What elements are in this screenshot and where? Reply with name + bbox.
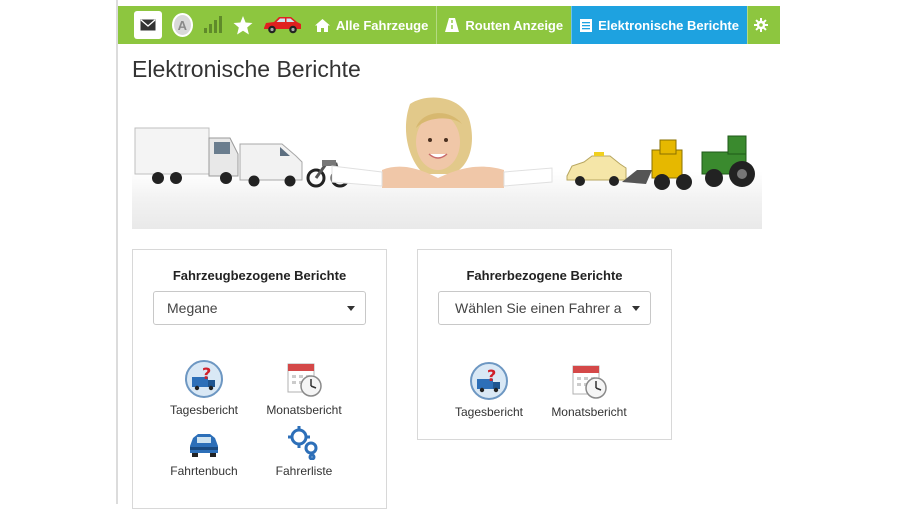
tile-monatsbericht[interactable]: Monatsbericht [254, 359, 354, 417]
panel-title: Fahrerbezogene Berichte [466, 268, 623, 283]
tile-tagesbericht[interactable]: ? Tagesbericht [439, 361, 539, 419]
select-value: Megane [167, 300, 218, 316]
car-book-icon [190, 434, 218, 457]
driver-reports-panel: Fahrerbezogene Berichte Wählen Sie einen… [417, 249, 672, 440]
chevron-down-icon [347, 306, 355, 311]
signal-icon[interactable] [203, 6, 223, 44]
envelope-icon [140, 19, 156, 31]
star-icon[interactable] [233, 6, 253, 44]
loader-illustration [622, 139, 692, 190]
calendar-clock-icon [287, 363, 322, 397]
tab-label: Routen Anzeige [465, 17, 564, 33]
tab-settings[interactable] [747, 6, 780, 44]
page-title: Elektronische Berichte [132, 56, 361, 82]
tile-label: Monatsbericht [551, 405, 627, 419]
taxi-illustration [566, 152, 627, 186]
tile-label: Tagesbericht [454, 405, 524, 419]
tile-tagesbericht[interactable]: ? Tagesbericht [154, 359, 254, 417]
car-icon[interactable] [261, 6, 303, 44]
chevron-down-icon [632, 306, 640, 311]
app-window: A Alle Fahrzeuge Routen Anzeige Elektron… [0, 0, 916, 509]
report-icon [580, 18, 593, 32]
home-icon [314, 18, 330, 32]
gear-icon [754, 18, 768, 32]
tab-label: Elektronische Berichte [598, 17, 739, 33]
tile-label: Fahrtenbuch [170, 464, 238, 478]
hero-banner [132, 92, 762, 229]
van-illustration [239, 143, 303, 187]
tile-fahrtenbuch[interactable]: Fahrtenbuch [154, 424, 254, 478]
tab-elektronische-berichte[interactable]: Elektronische Berichte [571, 6, 747, 44]
tab-alle-fahrzeuge[interactable]: Alle Fahrzeuge [307, 6, 436, 44]
status-badge-a[interactable]: A [171, 13, 193, 37]
vehicle-select[interactable]: Megane [153, 291, 366, 325]
vehicle-reports-panel: Fahrzeugbezogene Berichte Megane ? Tages… [132, 249, 387, 509]
truck-question-icon: ? [185, 360, 223, 398]
tile-fahrerliste[interactable]: Fahrerliste [254, 424, 354, 478]
gears-icon [288, 426, 318, 460]
road-icon [445, 18, 460, 32]
select-value: Wählen Sie einen Fahrer a [455, 300, 622, 316]
svg-text:?: ? [202, 364, 211, 383]
svg-text:?: ? [487, 366, 496, 385]
sidebar-edge [116, 0, 118, 504]
tile-label: Fahrerliste [275, 464, 333, 478]
calendar-clock-icon [572, 365, 607, 399]
woman-illustration [331, 97, 553, 188]
driver-select[interactable]: Wählen Sie einen Fahrer a [438, 291, 651, 325]
tile-monatsbericht[interactable]: Monatsbericht [539, 361, 639, 419]
panel-title: Fahrzeugbezogene Berichte [172, 268, 347, 283]
tab-label: Alle Fahrzeuge [335, 17, 429, 33]
tractor-illustration [701, 135, 755, 187]
tab-routen-anzeige[interactable]: Routen Anzeige [436, 6, 571, 44]
vehicles-banner-illustration [134, 97, 755, 190]
top-navbar: A Alle Fahrzeuge Routen Anzeige Elektron… [118, 6, 780, 44]
tile-label: Monatsbericht [266, 403, 342, 417]
truck-illustration [134, 127, 239, 184]
tile-label: Tagesbericht [169, 403, 239, 417]
truck-question-icon: ? [470, 362, 508, 400]
mail-button[interactable] [134, 11, 162, 39]
